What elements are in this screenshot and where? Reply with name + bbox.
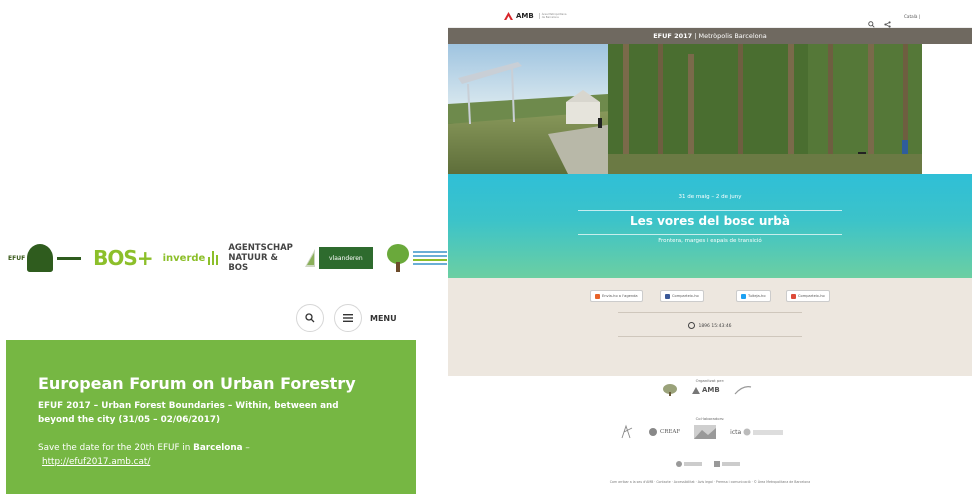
header-controls: MENU: [6, 296, 416, 342]
round-tree-icon: [386, 244, 409, 272]
agentschap-logo[interactable]: AGENTSCHAP NATUUR & BOS: [228, 243, 293, 273]
vlaanderen-logo[interactable]: vlaanderen: [303, 247, 373, 269]
inverde-bars-icon: [208, 251, 219, 265]
language-label: Català: [904, 14, 918, 19]
google-plus-icon: [791, 293, 796, 299]
save-prefix: Save the date for the 20th EFUF in: [38, 443, 194, 453]
title-divider-top: [578, 210, 842, 211]
language-chevron: |: [918, 14, 921, 19]
menu-label[interactable]: MENU: [370, 314, 397, 323]
bos-plus-sign: +: [136, 246, 154, 270]
flag-icon: [304, 249, 315, 267]
bos-plus-logo[interactable]: BOS+: [93, 246, 154, 270]
icta-subtitle-bar: [753, 429, 784, 435]
collaborator-logos: CREAF icta: [620, 424, 784, 440]
left-screenshot: EFUF BOS+ inverde AGENTSCHAP NATUUR & BO…: [6, 232, 447, 494]
twitter-share-button[interactable]: Tuiteja-ho: [736, 290, 771, 302]
menu-button[interactable]: [334, 304, 362, 332]
save-the-date-text: Save the date for the 20th EFUF in Barce…: [38, 441, 416, 469]
tree-stripes-logo[interactable]: [386, 244, 447, 272]
event-link[interactable]: http://efuf2017.amb.cat/: [38, 457, 150, 467]
icta-logo[interactable]: icta: [730, 428, 784, 436]
inverde-logo-text: inverde: [162, 252, 206, 264]
facebook-share-button[interactable]: Comparteix-ho: [660, 290, 704, 302]
sponsors-section: Organitzat per: AMB Col·laboradors: CREA…: [448, 376, 972, 494]
countdown-value: 1896 15:43:46: [698, 324, 732, 329]
event-name: EFUF 2017: [653, 32, 693, 40]
tree-icon: [27, 244, 54, 272]
countdown-divider-bottom: [618, 336, 802, 337]
hero-title: Les vores del bosc urbà: [630, 214, 790, 228]
add-to-calendar-button[interactable]: Envia-ho a l'agenda: [590, 290, 643, 302]
search-icon: [868, 21, 875, 28]
forum-title: European Forum on Urban Forestry: [38, 374, 356, 393]
amb-logo[interactable]: AMB Àrea Metropolitana de Barcelona: [504, 12, 569, 20]
icta-text: icta: [730, 428, 742, 436]
bos-logo-text: BOS: [93, 246, 138, 270]
search-button[interactable]: [296, 304, 324, 332]
university-logos: [676, 460, 742, 468]
countdown: 1896 15:43:46: [448, 322, 972, 329]
hero-band: 31 de maig – 2 de juny Les vores del bos…: [448, 174, 972, 278]
forest-park-image: [448, 44, 922, 174]
event-place: Metròpolis Barcelona: [698, 32, 767, 40]
calendar-icon: [595, 293, 600, 299]
twitter-icon: [741, 293, 746, 299]
language-selector[interactable]: Català |: [904, 14, 920, 19]
site-header: AMB Àrea Metropolitana de Barcelona Cata…: [448, 6, 972, 28]
event-bar: EFUF 2017 | Metròpolis Barcelona: [448, 28, 972, 44]
amb-organizer-text: AMB: [702, 386, 720, 394]
efuf-logo[interactable]: EFUF: [8, 244, 82, 272]
efuf-tree-icon[interactable]: [662, 384, 678, 396]
amb-logo-icon: [504, 12, 513, 20]
organizer-logos: AMB: [662, 384, 752, 396]
clock-icon: [688, 322, 696, 329]
efuf-underline: [57, 256, 82, 260]
amb-logo-subtitle: Àrea Metropolitana de Barcelona: [538, 13, 569, 19]
share-button-label: Comparteix-ho: [672, 294, 699, 298]
efuf-logo-text: EFUF: [8, 254, 26, 262]
generalitat-logo[interactable]: [714, 460, 742, 468]
vlaanderen-badge: vlaanderen: [318, 247, 373, 269]
share-button-label: Tuiteja-ho: [748, 294, 766, 298]
google-plus-share-button[interactable]: Comparteix-ho: [786, 290, 830, 302]
partner-logos: EFUF BOS+ inverde AGENTSCHAP NATUUR & BO…: [6, 236, 447, 280]
inverde-logo[interactable]: inverde: [163, 251, 219, 265]
amb-logo-icon: [692, 386, 700, 394]
search-icon: [305, 313, 315, 323]
event-dates: 31 de maig – 2 de juny: [678, 194, 742, 200]
agentschap-line1: AGENTSCHAP: [228, 243, 293, 253]
agentschap-line2: NATUUR & BOS: [228, 253, 278, 273]
save-suffix: –: [242, 443, 250, 453]
site-footer-links[interactable]: Com arribar a la seu d'AMB · Contacte · …: [448, 480, 972, 484]
amb-organizer-logo[interactable]: AMB: [692, 386, 720, 394]
hero-subtitle: Frontera, marges i espais de transició: [658, 238, 762, 244]
creaf-leaf-icon: [649, 428, 657, 436]
collaborators-label: Col·laboradors:: [695, 416, 725, 421]
right-screenshot: AMB Àrea Metropolitana de Barcelona Cata…: [448, 6, 972, 494]
landscape-logo-icon[interactable]: [694, 425, 717, 439]
icta-globe-icon: [743, 428, 751, 436]
share-button-label: Envia-ho a l'agenda: [602, 294, 638, 298]
forum-banner: European Forum on Urban Forestry EFUF 20…: [6, 340, 416, 494]
creaf-logo[interactable]: CREAF: [648, 427, 680, 437]
amb-logo-text: AMB: [516, 12, 534, 20]
organized-by-label: Organitzat per:: [695, 378, 725, 383]
hamburger-icon: [343, 314, 353, 322]
share-button-label: Comparteix-ho: [798, 294, 825, 298]
countdown-divider-top: [618, 312, 802, 313]
title-divider-bottom: [578, 234, 842, 235]
fundacio-logo[interactable]: [676, 460, 704, 468]
leaf-logo-icon[interactable]: [734, 385, 752, 395]
creaf-text: CREAF: [660, 429, 681, 435]
hero-photo: [448, 44, 922, 174]
forum-subtitle: EFUF 2017 – Urban Forest Boundaries – Wi…: [38, 401, 339, 425]
share-icon: [884, 21, 891, 28]
actions-band: Envia-ho a l'agenda Comparteix-ho Tuitej…: [448, 278, 972, 376]
stripes-icon: [412, 251, 447, 265]
save-city: Barcelona: [193, 443, 243, 453]
facebook-icon: [665, 293, 670, 299]
forest-sketch-icon[interactable]: [620, 424, 634, 440]
